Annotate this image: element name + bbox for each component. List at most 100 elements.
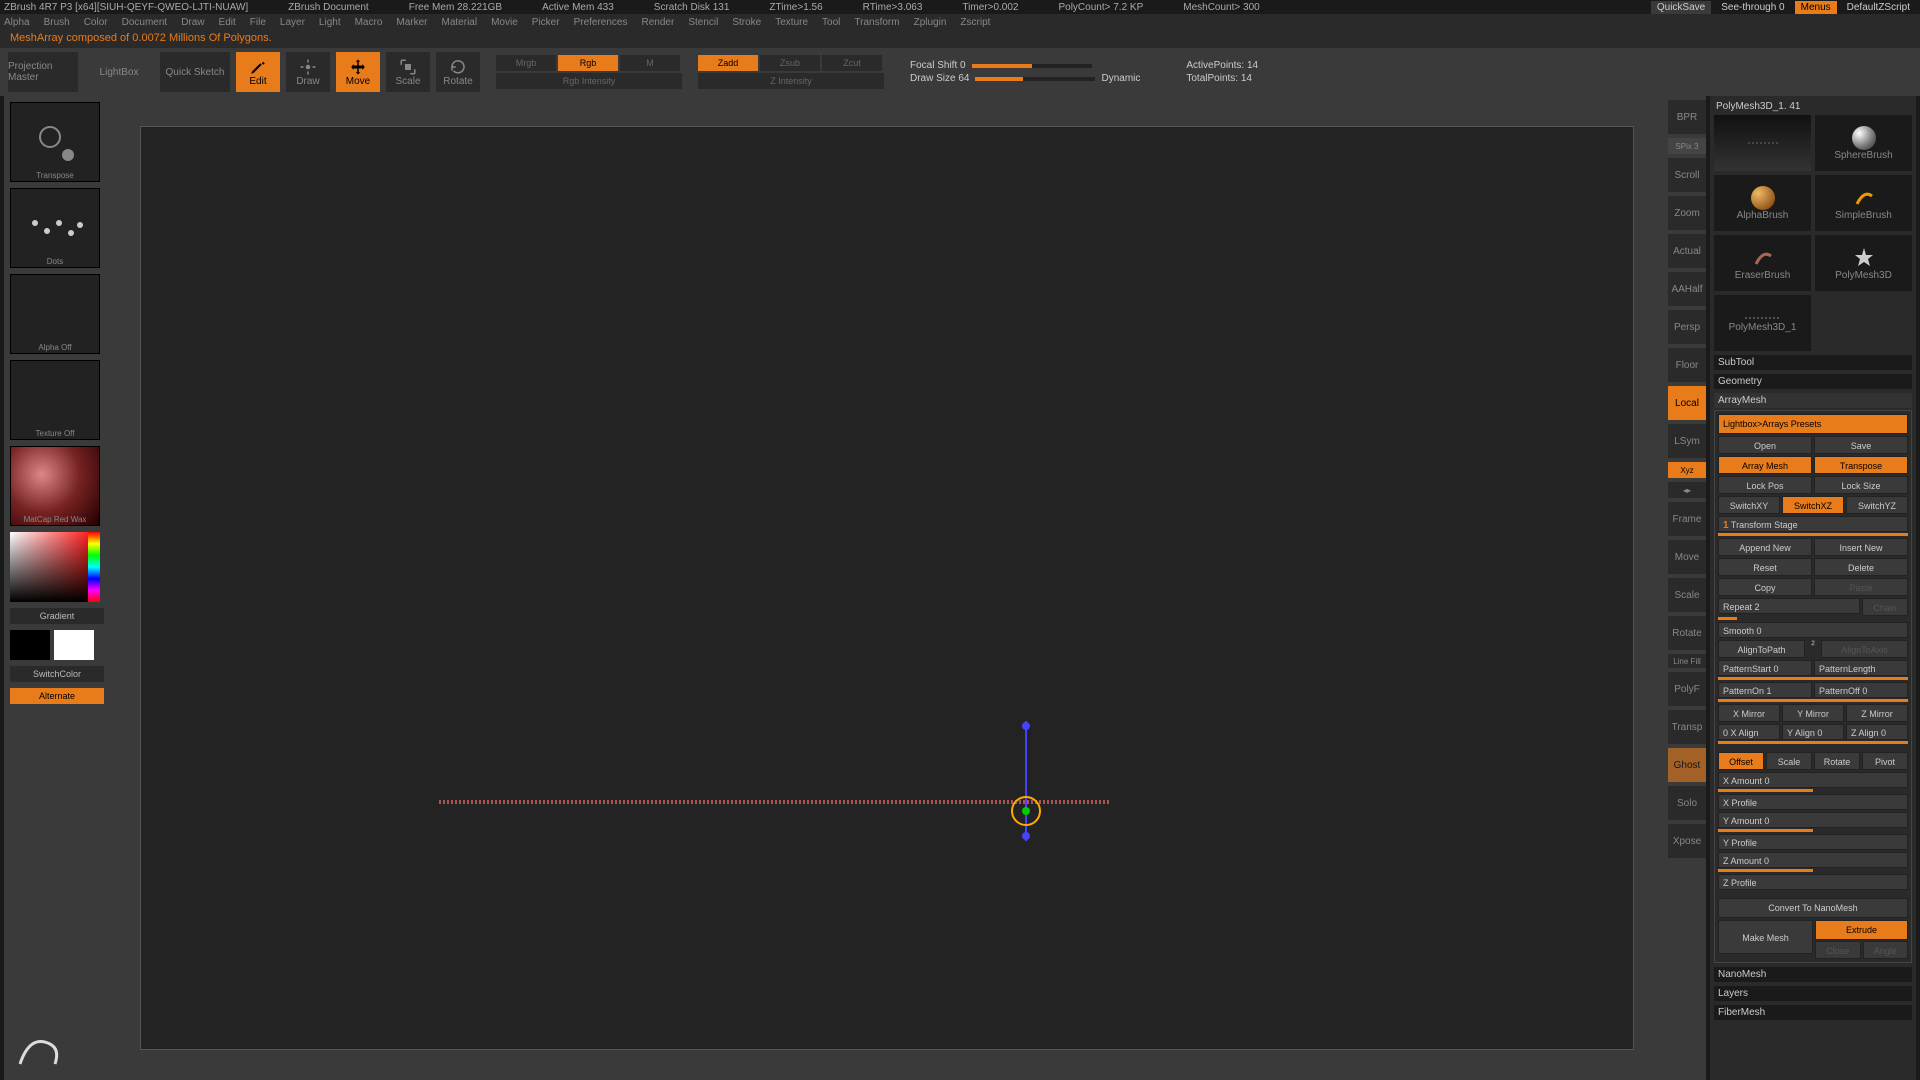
copy-button[interactable]: Copy — [1718, 578, 1812, 596]
xyz-arrows[interactable]: ◂▸ — [1668, 482, 1706, 498]
switchxy-button[interactable]: SwitchXY — [1718, 496, 1780, 514]
xamount-slider[interactable]: X Amount 0 — [1718, 772, 1908, 788]
menu-edit[interactable]: Edit — [219, 17, 236, 28]
canvas[interactable] — [140, 126, 1634, 1050]
lightbox-presets-button[interactable]: Lightbox>Arrays Presets — [1718, 414, 1908, 434]
menu-document[interactable]: Document — [122, 17, 168, 28]
local-button[interactable]: Local — [1668, 386, 1706, 420]
aligntopath-button[interactable]: AlignToPath — [1718, 640, 1805, 658]
repeat-slider[interactable]: Repeat 2 — [1718, 598, 1860, 614]
tool-slot-current[interactable] — [1714, 115, 1811, 171]
alpha-thumb[interactable] — [10, 274, 100, 354]
tool-slot-polymesh3d1[interactable]: PolyMesh3D_1 — [1714, 295, 1811, 351]
switchyz-button[interactable]: SwitchYZ — [1846, 496, 1908, 514]
switchxz-button[interactable]: SwitchXZ — [1782, 496, 1844, 514]
solo-button[interactable]: Solo — [1668, 786, 1706, 820]
rotate-button[interactable]: Rotate — [436, 52, 480, 92]
linefill-button[interactable]: Line Fill — [1668, 654, 1706, 668]
rotate-tab[interactable]: Rotate — [1814, 752, 1860, 770]
lsym-button[interactable]: LSym — [1668, 424, 1706, 458]
convert-nanomesh-button[interactable]: Convert To NanoMesh — [1718, 898, 1908, 918]
scale-tab[interactable]: Scale — [1766, 752, 1812, 770]
menu-color[interactable]: Color — [84, 17, 108, 28]
rotate-view-button[interactable]: Rotate — [1668, 616, 1706, 650]
material-thumb[interactable] — [10, 446, 100, 526]
transpose-gizmo[interactable] — [1006, 791, 1046, 831]
zalign-slider[interactable]: Z Align 0 — [1846, 724, 1908, 740]
draw-button[interactable]: Draw — [286, 52, 330, 92]
menu-texture[interactable]: Texture — [775, 17, 808, 28]
rgb-intensity-slider[interactable]: Rgb Intensity — [496, 73, 682, 89]
menu-zscript[interactable]: Zscript — [960, 17, 990, 28]
menu-preferences[interactable]: Preferences — [574, 17, 628, 28]
reset-button[interactable]: Reset — [1718, 558, 1812, 576]
append-new-button[interactable]: Append New — [1718, 538, 1812, 556]
lockpos-button[interactable]: Lock Pos — [1718, 476, 1812, 494]
aligntoaxis-button[interactable]: AlignToAxis — [1821, 640, 1908, 658]
menu-stencil[interactable]: Stencil — [688, 17, 718, 28]
stroke-thumb[interactable] — [10, 188, 100, 268]
primary-color[interactable] — [54, 630, 94, 660]
zamount-slider[interactable]: Z Amount 0 — [1718, 852, 1908, 868]
xalign-slider[interactable]: 0 X Align — [1718, 724, 1780, 740]
ghost-button[interactable]: Ghost — [1668, 748, 1706, 782]
menu-draw[interactable]: Draw — [181, 17, 204, 28]
floor-button[interactable]: Floor — [1668, 348, 1706, 382]
yprofile-slider[interactable]: Y Profile — [1718, 834, 1908, 850]
persp-button[interactable]: Persp — [1668, 310, 1706, 344]
offset-tab[interactable]: Offset — [1718, 752, 1764, 770]
m-button[interactable]: M — [620, 55, 680, 71]
defaultscript-button[interactable]: DefaultZScript — [1841, 1, 1916, 14]
layers-header[interactable]: Layers — [1714, 986, 1912, 1001]
menu-light[interactable]: Light — [319, 17, 341, 28]
yamount-slider[interactable]: Y Amount 0 — [1718, 812, 1908, 828]
yalign-slider[interactable]: Y Align 0 — [1782, 724, 1844, 740]
frame-button[interactable]: Frame — [1668, 502, 1706, 536]
menu-layer[interactable]: Layer — [280, 17, 305, 28]
menu-movie[interactable]: Movie — [491, 17, 518, 28]
focal-shift-slider[interactable] — [972, 64, 1092, 68]
patternstart-slider[interactable]: PatternStart 0 — [1718, 660, 1812, 676]
actual-button[interactable]: Actual — [1668, 234, 1706, 268]
move-view-button[interactable]: Move — [1668, 540, 1706, 574]
draw-size-slider[interactable] — [975, 77, 1095, 81]
zadd-button[interactable]: Zadd — [698, 55, 758, 71]
zprofile-slider[interactable]: Z Profile — [1718, 874, 1908, 890]
quicksave-button[interactable]: QuickSave — [1651, 1, 1711, 14]
menu-alpha[interactable]: Alpha — [4, 17, 30, 28]
mrgb-button[interactable]: Mrgb — [496, 55, 556, 71]
polyf-button[interactable]: PolyF — [1668, 672, 1706, 706]
patternoff-slider[interactable]: PatternOff 0 — [1814, 682, 1908, 698]
menu-file[interactable]: File — [250, 17, 266, 28]
xmirror-button[interactable]: X Mirror — [1718, 704, 1780, 722]
menu-render[interactable]: Render — [642, 17, 675, 28]
dynamic-label[interactable]: Dynamic — [1101, 73, 1140, 84]
smooth-slider[interactable]: Smooth 0 — [1718, 622, 1908, 638]
scroll-button[interactable]: Scroll — [1668, 158, 1706, 192]
rgb-button[interactable]: Rgb — [558, 55, 618, 71]
menu-picker[interactable]: Picker — [532, 17, 560, 28]
quicksketch-button[interactable]: Quick Sketch — [160, 52, 230, 92]
menu-stroke[interactable]: Stroke — [732, 17, 761, 28]
extrude-button[interactable]: Extrude — [1815, 920, 1908, 940]
patternlength-slider[interactable]: PatternLength — [1814, 660, 1908, 676]
nanomesh-header[interactable]: NanoMesh — [1714, 967, 1912, 982]
zcut-button[interactable]: Zcut — [822, 55, 882, 71]
menu-transform[interactable]: Transform — [854, 17, 899, 28]
edit-button[interactable]: Edit — [236, 52, 280, 92]
fibermesh-header[interactable]: FiberMesh — [1714, 1005, 1912, 1020]
menu-tool[interactable]: Tool — [822, 17, 840, 28]
seethrough-slider[interactable]: See-through 0 — [1715, 1, 1790, 14]
canvas-area[interactable] — [110, 96, 1664, 1080]
transpose-toggle[interactable]: Transpose — [1814, 456, 1908, 474]
tool-slot-eraserbrush[interactable]: EraserBrush — [1714, 235, 1811, 291]
spix-slider[interactable]: SPix 3 — [1668, 138, 1706, 154]
transp-button[interactable]: Transp — [1668, 710, 1706, 744]
transform-stage-slider[interactable]: 1 1 Transform StageTransform Stage — [1718, 516, 1908, 532]
move-button[interactable]: Move — [336, 52, 380, 92]
color-picker[interactable] — [10, 532, 100, 602]
paste-button[interactable]: Paste — [1814, 578, 1908, 596]
tool-slot-polymesh3d[interactable]: PolyMesh3D — [1815, 235, 1912, 291]
menu-brush[interactable]: Brush — [44, 17, 70, 28]
tool-slot-spherebrush[interactable]: SphereBrush — [1815, 115, 1912, 171]
